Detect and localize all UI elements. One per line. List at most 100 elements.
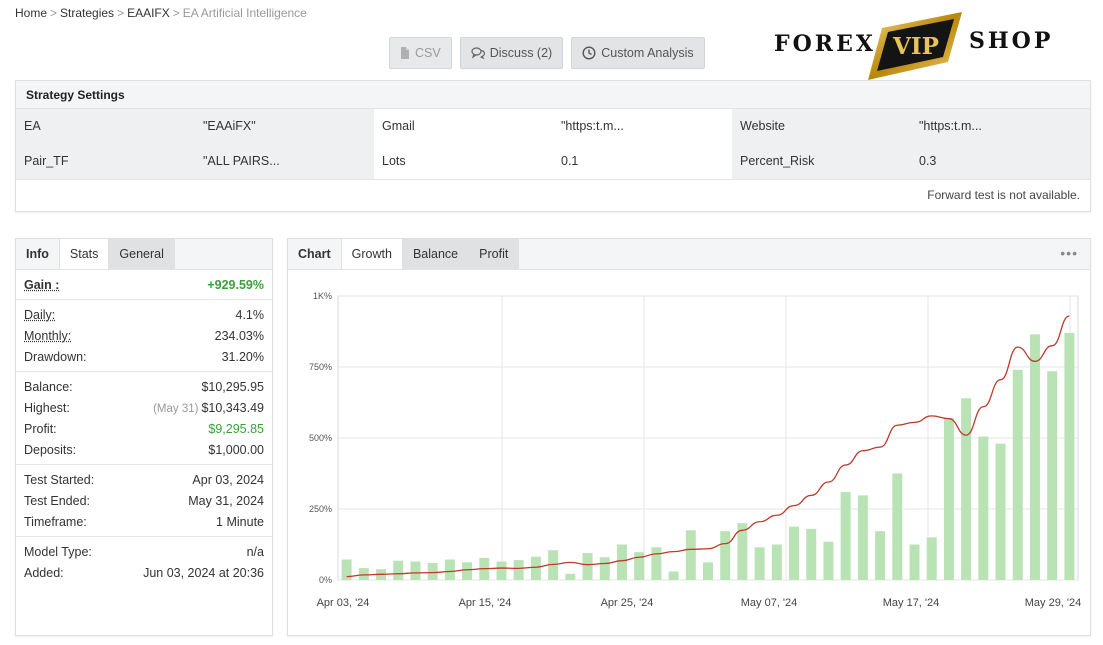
gain-group: Gain : +929.59% [16, 270, 272, 300]
balance-group: Balance: $10,295.95 Highest: (May 31) $10… [16, 372, 272, 465]
stat-row-monthly: Monthly: 234.03% [24, 325, 264, 346]
chart-bar [789, 526, 800, 580]
discuss-label: Discuss (2) [489, 46, 553, 60]
info-panel: Info Stats General Gain : +929.59% Daily… [15, 238, 273, 636]
y-tick-label: 500% [309, 433, 332, 443]
stat-row-deposits: Deposits: $1,000.00 [24, 439, 264, 460]
profit-label: Profit: [24, 421, 57, 436]
discuss-button[interactable]: Discuss (2) [459, 37, 564, 69]
setting-key: Percent_Risk [740, 154, 815, 168]
monthly-label[interactable]: Monthly: [24, 329, 71, 343]
chart-panel: Chart Growth Balance Profit ••• 0% 250% 50… [287, 238, 1091, 636]
breadcrumb-home[interactable]: Home [15, 6, 47, 20]
breadcrumb-strategies[interactable]: Strategies [60, 6, 114, 20]
deposits-value: $1,000.00 [208, 442, 264, 457]
tab-balance[interactable]: Balance [402, 239, 470, 269]
file-icon [400, 47, 410, 59]
csv-button[interactable]: CSV [389, 37, 452, 69]
chart-bar [565, 573, 576, 580]
breadcrumb-eaaifx[interactable]: EAAIFX [127, 6, 170, 20]
chart-bar [875, 531, 886, 580]
added-value: Jun 03, 2024 at 20:36 [143, 565, 264, 580]
tab-info: Info [16, 239, 60, 269]
chart-bar [427, 562, 438, 580]
chart-bar [651, 547, 662, 580]
chart-bar [703, 562, 713, 580]
chart-bar [530, 556, 541, 580]
model-value: n/a [246, 544, 264, 559]
test-started-value: Apr 03, 2024 [192, 472, 264, 487]
tab-growth[interactable]: Growth [341, 239, 403, 269]
highest-value: $10,343.49 [201, 400, 264, 415]
x-tick-label: Apr 25, '24 [601, 597, 654, 609]
growth-chart: 0% 250% 500% 750% 1K% Apr 03, '24 Apr 15, '24 A… [309, 291, 1081, 609]
stat-row-model: Model Type: n/a [24, 541, 264, 562]
stat-row-profit: Profit: $9,295.85 [24, 418, 264, 439]
chart-bar [823, 541, 834, 580]
chart-bar [978, 436, 989, 580]
clock-icon [582, 46, 596, 60]
tab-profit[interactable]: Profit [469, 239, 520, 269]
settings-column: EA "EAAiFX" Pair_TF "ALL PAIRS... [16, 109, 374, 179]
chart-bar [909, 544, 920, 580]
x-tick-label: May 17, '24 [883, 597, 940, 609]
gain-value: +929.59% [207, 277, 264, 292]
setting-value: "https:t.m... [561, 119, 624, 133]
x-tick-label: Apr 15, '24 [459, 597, 512, 609]
chart-bar [410, 561, 421, 580]
logo-text-left: FOREX [774, 31, 876, 57]
chart-bar [393, 560, 404, 580]
stat-row-daily: Daily: 4.1% [24, 304, 264, 325]
growth-line [346, 315, 1070, 578]
chart-bar [892, 473, 903, 580]
setting-key: Lots [382, 154, 406, 168]
test-ended-value: May 31, 2024 [188, 493, 264, 508]
chart-bar [1047, 371, 1058, 580]
setting-key: Gmail [382, 119, 415, 133]
logo-badge-text: VIP [892, 33, 939, 60]
chart-bar [496, 561, 507, 580]
stat-row-highest: Highest: (May 31) $10,343.49 [24, 397, 264, 418]
setting-value: "ALL PAIRS... [203, 154, 280, 168]
drawdown-label: Drawdown: [24, 349, 87, 364]
test-started-label: Test Started: [24, 472, 95, 487]
y-tick-label: 0% [319, 575, 332, 585]
chart-bar [444, 559, 455, 580]
drawdown-value: 31.20% [221, 349, 264, 364]
custom-analysis-label: Custom Analysis [601, 46, 694, 60]
settings-grid: EA "EAAiFX" Pair_TF "ALL PAIRS... Gmail … [16, 109, 1090, 179]
stat-row-drawdown: Drawdown: 31.20% [24, 346, 264, 367]
chart-bar [616, 544, 627, 580]
chart-bar [599, 557, 610, 580]
settings-column: Website "https:t.m... Percent_Risk 0.3 [732, 109, 1090, 179]
chart-bar [806, 528, 817, 580]
profit-value: $9,295.85 [208, 421, 264, 436]
chart-bar [582, 553, 593, 580]
chart-bar [754, 547, 765, 580]
stat-row-added: Added: Jun 03, 2024 at 20:36 [24, 562, 264, 583]
daily-label[interactable]: Daily: [24, 308, 55, 322]
setting-value: "EAAiFX" [203, 119, 256, 133]
breadcrumb-separator: > [117, 6, 125, 20]
breadcrumb: Home > Strategies > EAAIFX > EA Artificial Int… [15, 6, 307, 20]
chart-bar [358, 568, 369, 580]
timeframe-value: 1 Minute [216, 514, 264, 529]
tab-general[interactable]: General [109, 239, 175, 269]
test-ended-label: Test Ended: [24, 493, 91, 508]
chart-bar [961, 398, 972, 580]
breadcrumb-separator: > [172, 6, 180, 20]
added-label: Added: [24, 565, 64, 580]
stat-row-test-started: Test Started: Apr 03, 2024 [24, 469, 264, 490]
more-options-icon[interactable]: ••• [1060, 245, 1078, 261]
vip-badge-icon: VIP [868, 12, 962, 80]
x-tick-label: Apr 03, '24 [317, 597, 370, 609]
custom-analysis-button[interactable]: Custom Analysis [571, 37, 705, 69]
chart-bar [1012, 369, 1023, 580]
gain-label[interactable]: Gain : [24, 278, 59, 292]
highest-value-wrap: (May 31) $10,343.49 [153, 401, 264, 415]
tab-stats[interactable]: Stats [59, 239, 110, 269]
highest-label: Highest: [24, 400, 70, 415]
chart-bar [926, 537, 937, 580]
setting-value: "https:t.m... [919, 119, 982, 133]
chart-bar [943, 418, 954, 580]
